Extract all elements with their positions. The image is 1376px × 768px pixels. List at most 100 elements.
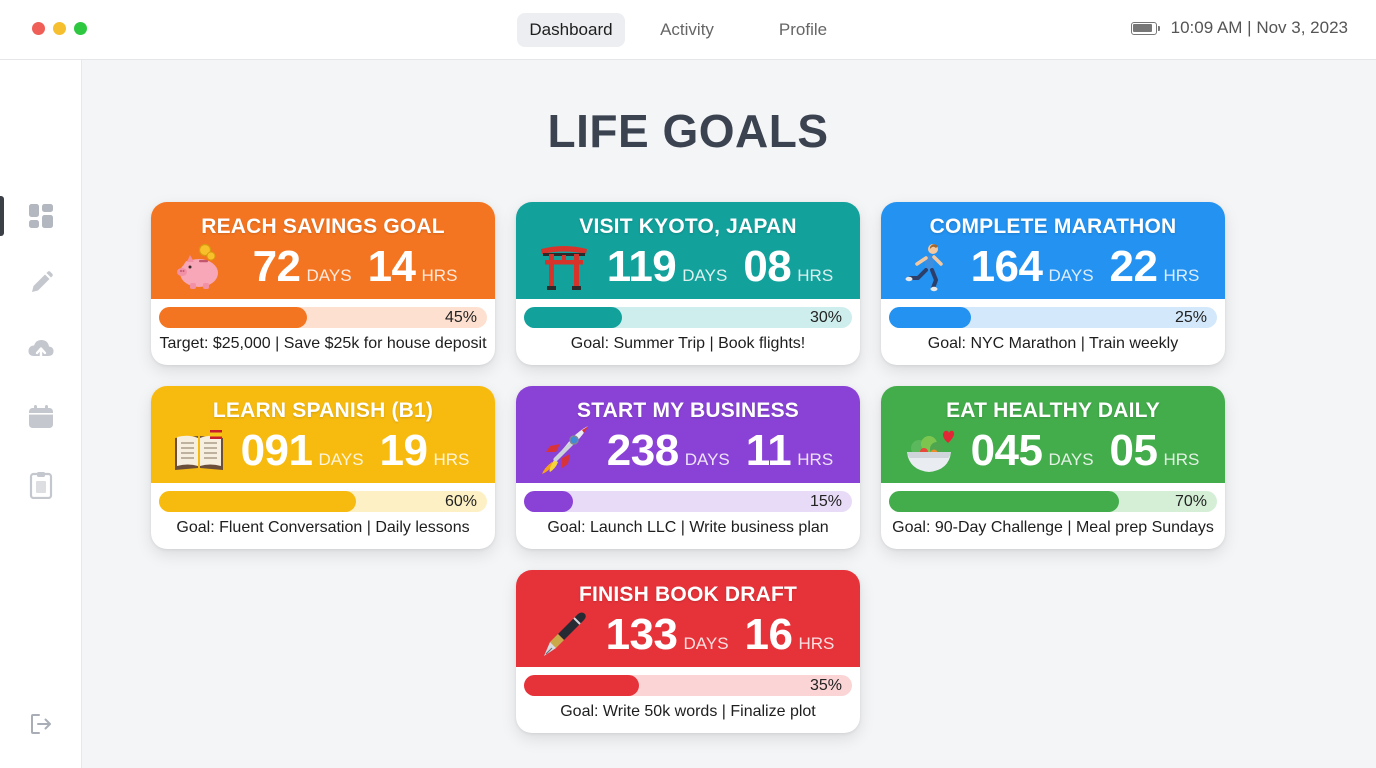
status-area: 10:09 AM | Nov 3, 2023 — [1130, 18, 1348, 38]
goal-description: Target: $25,000 | Save $25k for house de… — [159, 335, 487, 352]
goal-description: Goal: Fluent Conversation | Daily lesson… — [176, 519, 470, 536]
progress-bar: 60% — [159, 491, 487, 512]
fountain-pen-icon — [544, 612, 586, 656]
goal-title: FINISH BOOK DRAFT — [578, 583, 798, 606]
logout-icon — [31, 714, 51, 734]
card-header: START MY BUSINESS 238 DAYS 11 HRS — [516, 386, 860, 483]
tab-activity[interactable]: Activity — [625, 13, 749, 47]
hours-value: 16 — [744, 610, 793, 659]
progress-bar: 15% — [524, 491, 852, 512]
dashboard-icon — [29, 204, 53, 228]
countdown: 72 DAYS 14 HRS — [223, 242, 487, 292]
goal-title: EAT HEALTHY DAILY — [946, 399, 1160, 422]
goal-title: VISIT KYOTO, JAPAN — [579, 215, 797, 238]
open-book-icon — [175, 430, 223, 470]
sidebar-active-indicator — [0, 196, 4, 236]
progress-fill — [524, 307, 623, 328]
hours-unit: HRS — [798, 634, 835, 653]
pencil-icon — [32, 271, 53, 292]
hours-unit: HRS — [797, 266, 834, 285]
card-header: FINISH BOOK DRAFT 133 DAYS 16 HRS — [516, 570, 860, 667]
tab-dashboard[interactable]: Dashboard — [517, 13, 625, 47]
progress-fill — [524, 675, 639, 696]
sidebar-item-clipboard[interactable] — [22, 466, 60, 504]
runner-icon — [905, 244, 943, 292]
goal-card-business[interactable]: START MY BUSINESS 238 DAYS 11 HRS 15% Go… — [516, 386, 860, 549]
goal-description: Goal: Write 50k words | Finalize plot — [560, 703, 816, 720]
goal-card-healthy[interactable]: EAT HEALTHY DAILY 045 DAYS 05 HRS 70% Go… — [881, 386, 1225, 549]
progress-bar: 30% — [524, 307, 852, 328]
progress-percent: 45% — [444, 309, 477, 326]
sidebar-item-dashboard[interactable] — [22, 197, 60, 235]
window-controls — [32, 22, 87, 35]
days-unit: DAYS — [683, 634, 729, 653]
goal-title: REACH SAVINGS GOAL — [201, 215, 445, 238]
progress-percent: 25% — [1174, 309, 1207, 326]
goal-description: Goal: NYC Marathon | Train weekly — [927, 335, 1179, 352]
goal-title: LEARN SPANISH (B1) — [212, 399, 434, 422]
hours-value: 05 — [1109, 426, 1158, 475]
zoom-window-button[interactable] — [74, 22, 87, 35]
sidebar-item-calendar[interactable] — [22, 398, 60, 436]
goal-card-kyoto[interactable]: VISIT KYOTO, JAPAN 119 DAYS 08 HRS 30% G… — [516, 202, 860, 365]
progress-fill — [889, 491, 1119, 512]
progress-percent: 35% — [809, 677, 842, 694]
progress-bar: 35% — [524, 675, 852, 696]
days-unit: DAYS — [1048, 266, 1094, 285]
progress-percent: 15% — [809, 493, 842, 510]
top-bar: Dashboard Activity Profile 10:09 AM | No… — [0, 0, 1376, 60]
goal-description: Goal: Launch LLC | Write business plan — [547, 519, 829, 536]
tab-profile[interactable]: Profile — [749, 13, 857, 47]
goal-title: COMPLETE MARATHON — [929, 215, 1177, 238]
goal-title: START MY BUSINESS — [577, 399, 799, 422]
goal-card-book[interactable]: FINISH BOOK DRAFT 133 DAYS 16 HRS 35% Go… — [516, 570, 860, 733]
progress-fill — [159, 491, 356, 512]
sidebar-item-edit[interactable] — [22, 264, 60, 302]
piggy-bank-icon — [177, 243, 218, 289]
page-title: LIFE GOALS — [547, 105, 829, 157]
countdown: 091 DAYS 19 HRS — [223, 426, 487, 476]
close-window-button[interactable] — [32, 22, 45, 35]
days-value: 72 — [252, 242, 301, 291]
card-header: EAT HEALTHY DAILY 045 DAYS 05 HRS — [881, 386, 1225, 483]
sidebar — [0, 60, 82, 768]
salad-icon — [907, 430, 955, 472]
countdown: 133 DAYS 16 HRS — [588, 610, 852, 660]
card-header: LEARN SPANISH (B1) 091 DAYS 19 HRS — [151, 386, 495, 483]
card-header: COMPLETE MARATHON 164 DAYS 22 HRS — [881, 202, 1225, 299]
goal-description: Goal: Summer Trip | Book flights! — [570, 335, 806, 352]
hours-value: 08 — [743, 242, 792, 291]
cloud-upload-icon — [28, 339, 54, 363]
progress-percent: 30% — [809, 309, 842, 326]
hours-unit: HRS — [797, 450, 834, 469]
goal-card-savings[interactable]: REACH SAVINGS GOAL 72 DAYS 14 HRS 45% Ta… — [151, 202, 495, 365]
goal-card-spanish[interactable]: LEARN SPANISH (B1) 091 DAYS 19 HRS 60% G… — [151, 386, 495, 549]
days-value: 238 — [606, 426, 679, 475]
days-unit: DAYS — [682, 266, 728, 285]
countdown: 164 DAYS 22 HRS — [953, 242, 1217, 292]
days-unit: DAYS — [684, 450, 730, 469]
progress-percent: 70% — [1174, 493, 1207, 510]
sidebar-item-sync[interactable] — [22, 331, 60, 369]
hours-unit: HRS — [421, 266, 458, 285]
clipboard-icon — [29, 472, 53, 499]
days-unit: DAYS — [1048, 450, 1094, 469]
goal-card-marathon[interactable]: COMPLETE MARATHON 164 DAYS 22 HRS 25% Go… — [881, 202, 1225, 365]
torii-gate-icon — [541, 246, 587, 290]
hours-unit: HRS — [433, 450, 470, 469]
logout-button[interactable] — [22, 705, 60, 743]
countdown: 238 DAYS 11 HRS — [588, 426, 852, 476]
days-value: 133 — [605, 610, 678, 659]
card-header: REACH SAVINGS GOAL 72 DAYS 14 HRS — [151, 202, 495, 299]
battery-icon — [1130, 21, 1160, 35]
days-unit: DAYS — [318, 450, 364, 469]
rocket-icon — [542, 426, 588, 474]
days-value: 091 — [240, 426, 313, 475]
days-value: 164 — [970, 242, 1043, 291]
progress-fill — [159, 307, 307, 328]
hours-value: 14 — [367, 242, 416, 291]
progress-bar: 70% — [889, 491, 1217, 512]
progress-bar: 45% — [159, 307, 487, 328]
minimize-window-button[interactable] — [53, 22, 66, 35]
hours-value: 22 — [1109, 242, 1158, 291]
